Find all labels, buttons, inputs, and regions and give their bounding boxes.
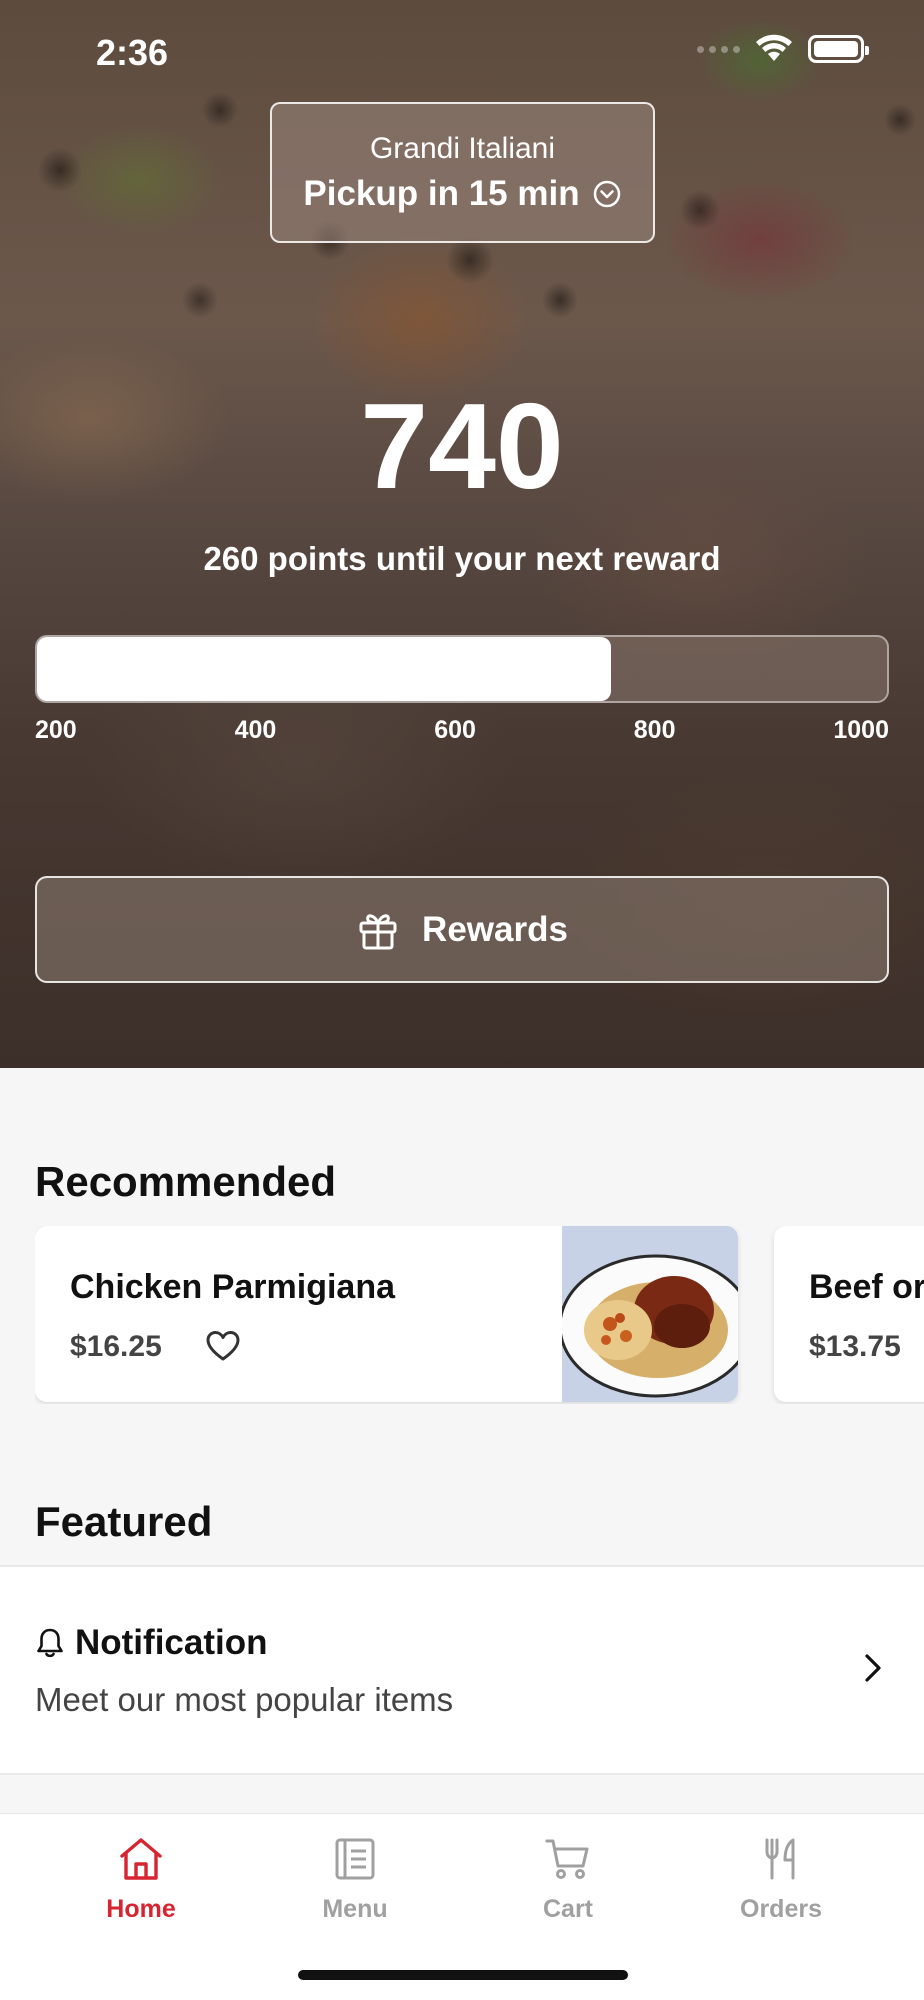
status-bar: 2:36	[0, 0, 924, 104]
tab-cart[interactable]: Cart	[493, 1836, 643, 1924]
signal-icon	[697, 45, 740, 53]
rewards-progress-bar	[35, 635, 889, 703]
status-icons	[697, 34, 869, 64]
tab-orders[interactable]: Orders	[706, 1836, 856, 1924]
wifi-icon	[756, 34, 792, 61]
points-caption: 260 points until your next reward	[203, 540, 721, 577]
recommended-carousel[interactable]: Chicken Parmigiana $16.25 Beef or $13.75	[35, 1226, 924, 1404]
pickup-label: Pickup in 15 min	[303, 174, 580, 213]
item-price: $13.75	[809, 1330, 901, 1363]
tab-label: Cart	[542, 1895, 593, 1923]
chicken-parmigiana-photo	[558, 1226, 738, 1402]
chevron-right-icon	[865, 1654, 881, 1682]
recommended-item-card[interactable]: Chicken Parmigiana $16.25	[35, 1226, 738, 1402]
gift-icon	[359, 913, 397, 949]
recommended-item-card[interactable]: Beef or $13.75	[774, 1226, 924, 1402]
tab-home[interactable]: Home	[66, 1836, 216, 1924]
menu-icon	[335, 1838, 375, 1880]
progress-tick: 400	[234, 716, 277, 744]
featured-item-subtitle: Meet our most popular items	[35, 1681, 454, 1718]
tab-label: Orders	[740, 1895, 822, 1923]
chevron-down-circle-icon	[593, 180, 620, 208]
item-name: Chicken Parmigiana	[70, 1268, 396, 1306]
tab-label: Home	[106, 1895, 176, 1923]
rewards-button[interactable]: Rewards	[35, 876, 889, 983]
restaurant-name: Grandi Italiani	[369, 132, 556, 165]
item-price: $16.25	[70, 1330, 162, 1363]
location-selector[interactable]: Grandi Italiani Pickup in 15 min	[270, 102, 655, 243]
featured-item-title: Notification	[75, 1623, 268, 1662]
featured-notification-row[interactable]: Notification Meet our most popular items	[0, 1565, 924, 1775]
bell-icon	[37, 1628, 63, 1658]
progress-tick: 200	[35, 716, 77, 744]
featured-item-header: Notification	[35, 1623, 267, 1663]
battery-icon	[808, 35, 869, 63]
status-time: 2:36	[96, 32, 169, 73]
rewards-button-label: Rewards	[422, 909, 568, 949]
points-balance: 740	[360, 378, 564, 514]
recommended-heading: Recommended	[35, 1158, 337, 1205]
tab-label: Menu	[322, 1895, 388, 1923]
rewards-progress-fill	[37, 637, 611, 701]
heart-icon[interactable]	[205, 1328, 241, 1364]
cart-icon	[545, 1839, 589, 1879]
home-indicator	[298, 1970, 628, 1980]
tab-menu[interactable]: Menu	[280, 1836, 430, 1924]
progress-scale: 200 400 600 800 1000	[35, 716, 889, 745]
fork-knife-icon	[765, 1838, 795, 1880]
progress-tick: 600	[434, 716, 476, 744]
progress-tick: 800	[633, 716, 676, 744]
home-icon	[120, 1838, 162, 1880]
featured-heading: Featured	[35, 1498, 213, 1545]
item-name: Beef or	[809, 1268, 924, 1306]
progress-tick: 1000	[833, 716, 889, 744]
pickup-time: Pickup in 15 min	[272, 174, 653, 214]
